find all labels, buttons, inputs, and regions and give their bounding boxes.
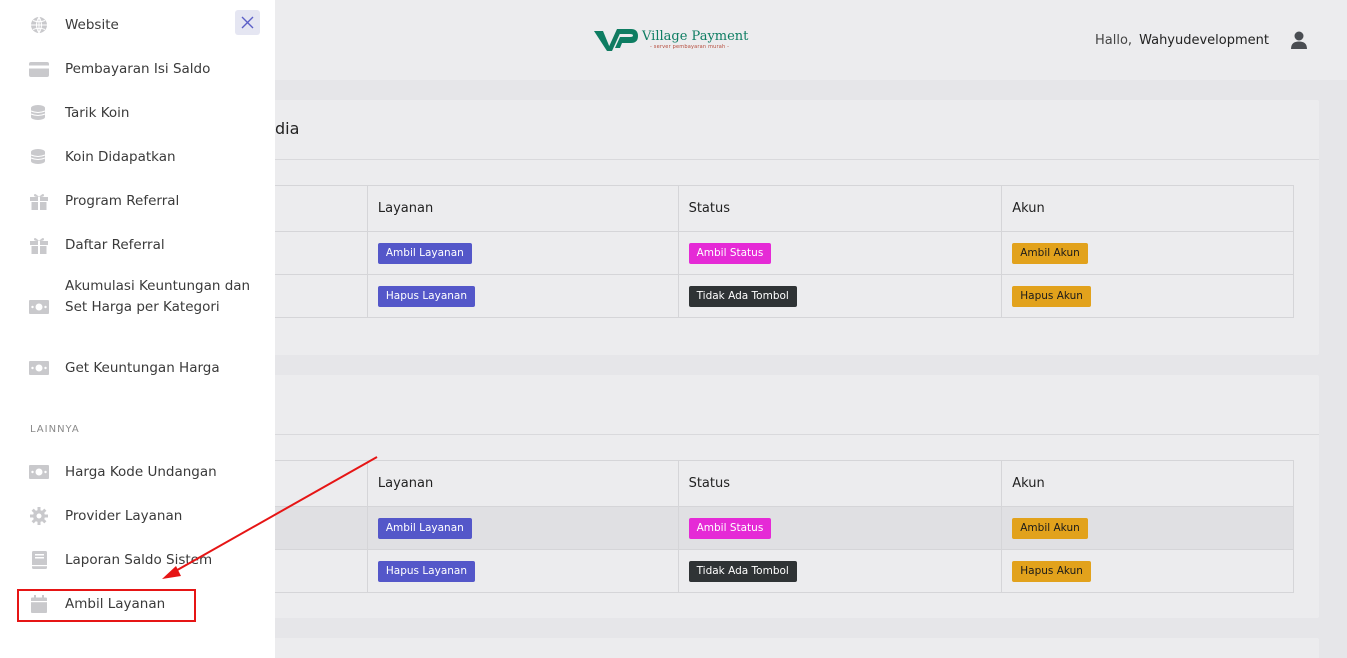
sidebar-item-label: Tarik Koin [65,105,130,121]
service-table: Layanan Status Akun Ambil Layanan Ambil … [258,185,1294,318]
sidebar-item-website[interactable]: Website [0,15,275,35]
table-cell: Hapus Akun [1001,274,1294,318]
sidebar-item-harga-kode-undangan[interactable]: Harga Kode Undangan [0,462,275,482]
service-table: Layanan Status Akun Ambil Layanan Ambil … [258,460,1294,593]
table-cell: Hapus Layanan [366,549,679,593]
content-card-3 [230,638,1319,658]
table-cell: Ambil Akun [1001,231,1294,275]
ambil-status-button[interactable]: Ambil Status [688,242,772,264]
ambil-akun-button[interactable]: Ambil Akun [1012,517,1088,539]
hapus-akun-button[interactable]: Hapus Akun [1012,285,1091,307]
table-cell: Ambil Layanan [366,506,679,550]
sidebar-item-label: Harga Kode Undangan [65,464,217,480]
money-bill-icon [29,358,49,378]
ambil-status-button[interactable]: Ambil Status [688,517,772,539]
tidak-ada-tombol-badge[interactable]: Tidak Ada Tombol [688,560,797,582]
sidebar-item-label: Koin Didapatkan [65,149,176,165]
user-icon[interactable] [1289,30,1309,50]
table-cell: Ambil Layanan [366,231,679,275]
sidebar-item-koin-didapatkan[interactable]: Koin Didapatkan [0,147,275,167]
tidak-ada-tombol-badge[interactable]: Tidak Ada Tombol [688,285,797,307]
card-header: dia [230,100,1319,160]
table-header-cell: Status [677,185,1003,232]
table-cell: Hapus Layanan [366,274,679,318]
sidebar-item-label: Get Keuntungan Harga [65,360,220,376]
table-row: Hapus Layanan Tidak Ada Tombol Hapus Aku… [258,549,1294,593]
sidebar-item-laporan-saldo-sistem[interactable]: Laporan Saldo Sistem [0,550,275,570]
sidebar-item-akumulasi-keuntungan[interactable]: Akumulasi Keuntungan dan Set Harga per K… [0,276,275,338]
ambil-akun-button[interactable]: Ambil Akun [1012,242,1088,264]
brand-logo[interactable]: Village Payment - server pembayaran mura… [593,26,748,54]
sidebar-item-get-keuntungan-harga[interactable]: Get Keuntungan Harga [0,358,275,378]
table-row: Ambil Layanan Ambil Status Ambil Akun [258,231,1294,275]
sidebar-item-label: Program Referral [65,193,180,209]
logo-title: Village Payment [642,29,749,44]
content-card-2: Layanan Status Akun Ambil Layanan Ambil … [230,375,1319,618]
sidebar-item-label: Daftar Referral [65,237,165,253]
money-bill-icon [29,297,49,317]
sidebar-item-label: Akumulasi Keuntungan dan Set Harga per K… [65,278,251,315]
hapus-akun-button[interactable]: Hapus Akun [1012,560,1091,582]
table-header-row: Layanan Status Akun [258,460,1294,507]
ambil-layanan-button[interactable]: Ambil Layanan [377,242,472,264]
content-card-1: dia Layanan Status Akun Ambil Layanan Am… [230,100,1319,355]
table-row: Ambil Layanan Ambil Status Ambil Akun [258,506,1294,550]
table-cell: Ambil Status [677,231,1003,275]
user-menu[interactable]: Hallo, Wahyudevelopment [1095,30,1309,50]
sidebar-item-provider-layanan[interactable]: Provider Layanan [0,506,275,526]
table-header-cell: Status [677,460,1003,507]
sidebar-item-label: Pembayaran Isi Saldo [65,61,211,77]
table-cell: Tidak Ada Tombol [677,549,1003,593]
annotation-highlight-box [17,589,196,622]
hapus-layanan-button[interactable]: Hapus Layanan [377,560,476,582]
table-row: Hapus Layanan Tidak Ada Tombol Hapus Aku… [258,274,1294,318]
sidebar-item-program-referral[interactable]: Program Referral [0,191,275,211]
sidebar-item-tarik-koin[interactable]: Tarik Koin [0,103,275,123]
ambil-layanan-button[interactable]: Ambil Layanan [377,517,472,539]
gift-icon [29,191,49,211]
gift-icon [29,235,49,255]
sidebar-item-label: Provider Layanan [65,508,183,524]
table-cell: Tidak Ada Tombol [677,274,1003,318]
logo-subtitle: - server pembayaran murah - [650,44,730,50]
table-cell: Hapus Akun [1001,549,1294,593]
sidebar-item-daftar-referral[interactable]: Daftar Referral [0,235,275,255]
hapus-layanan-button[interactable]: Hapus Layanan [377,285,476,307]
username-label: Wahyudevelopment [1139,32,1269,48]
section-label-lainnya: LAINNYA [30,424,80,435]
money-bill-icon [29,462,49,482]
vp-logo-icon [594,29,638,51]
sidebar-item-label: Website [65,17,119,33]
book-icon [29,550,49,570]
table-cell: Ambil Status [677,506,1003,550]
table-header-cell: Akun [1001,185,1294,232]
card-header [230,375,1319,435]
card-title: dia [275,119,300,138]
table-header-cell: Layanan [366,185,679,232]
table-header-cell: Akun [1001,460,1294,507]
sidebar-item-label: Laporan Saldo Sistem [65,552,213,568]
coins-icon [29,147,49,167]
sidebar: Website Pembayaran Isi Saldo Tarik Koin … [0,0,275,658]
table-header-row: Layanan Status Akun [258,185,1294,232]
greeting-label: Hallo, [1095,32,1133,48]
table-cell: Ambil Akun [1001,506,1294,550]
sidebar-item-pembayaran-isi-saldo[interactable]: Pembayaran Isi Saldo [0,59,275,79]
table-header-cell: Layanan [366,460,679,507]
coins-icon [29,103,49,123]
globe-icon [29,15,49,35]
credit-card-icon [29,59,49,79]
gear-icon [29,506,49,526]
